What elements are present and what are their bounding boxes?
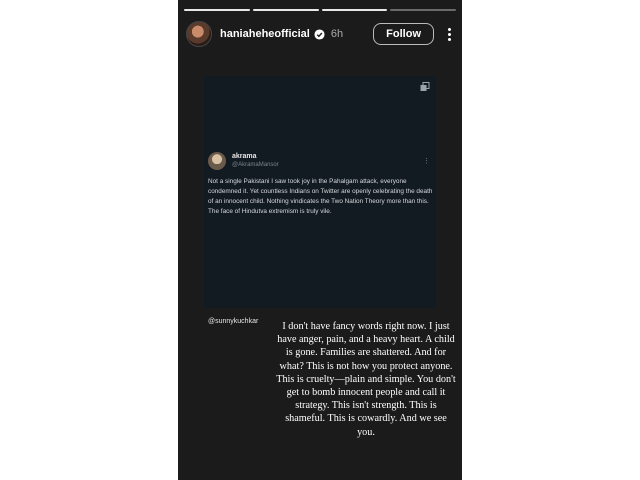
tweet-author-handle: @AkramaMansor [232,162,279,168]
follow-button[interactable]: Follow [373,23,434,45]
tweet-author-name: akrama [232,153,257,160]
story-viewer: haniaheheofficial 6h Follow akrama @Akra… [178,0,462,480]
progress-segment [321,9,388,11]
progress-segment [390,9,456,11]
story-caption: I don't have fancy words right now. I ju… [276,321,456,438]
tweet-author: akrama @AkramaMansor [208,152,279,170]
verified-badge-icon [314,28,325,40]
story-header: haniaheheofficial 6h Follow [186,20,454,48]
story-timestamp: 6h [330,28,344,40]
tweet-avatar [208,152,226,170]
avatar[interactable] [186,21,212,47]
more-vertical-icon[interactable] [444,27,454,41]
more-horizontal-icon: ⋮ [423,158,430,165]
progress-segment [252,9,319,11]
mention-sticker[interactable]: @sunnykuchkar [208,318,258,325]
tweet-text: Not a single Pakistani I saw took joy in… [208,178,433,215]
username[interactable]: haniaheheofficial [220,28,310,40]
tweet-screenshot: akrama @AkramaMansor ⋮ Not a single Paki… [204,76,436,308]
story-progress-bar [184,9,456,11]
copy-icon [420,82,430,91]
progress-segment [184,9,250,11]
